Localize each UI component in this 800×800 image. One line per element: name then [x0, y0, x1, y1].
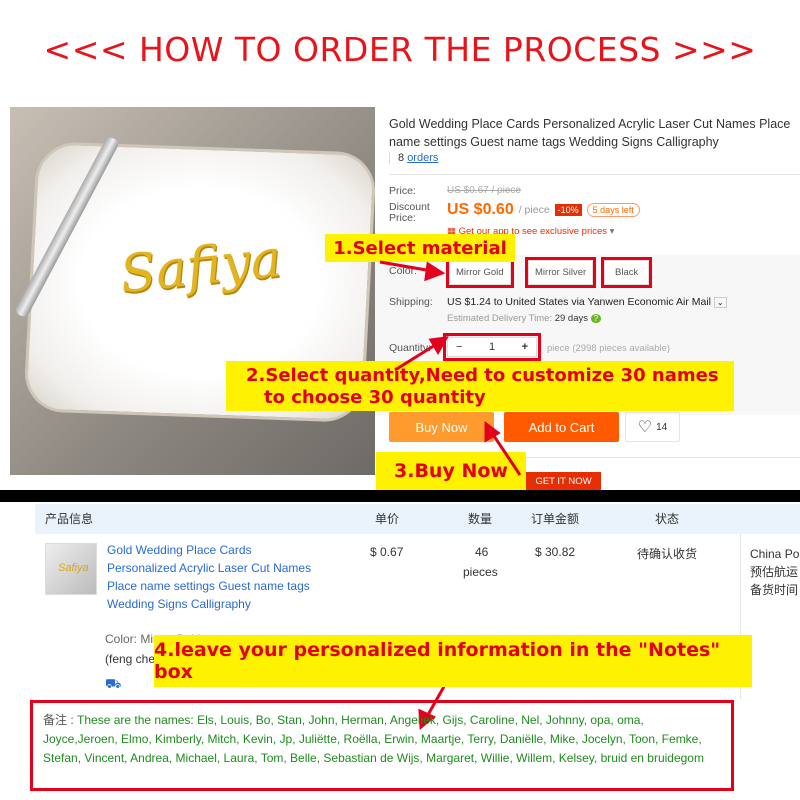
thumbnail-name-art: Safiya — [58, 562, 89, 574]
shipping-column: China Po 预估航运 备货时间 — [750, 545, 799, 599]
order-item-thumbnail[interactable]: Safiya — [45, 543, 97, 595]
arrow-head — [428, 336, 449, 355]
unit-price: $ 0.67 — [370, 545, 404, 559]
notes-text: These are the names: Els, Louis, Bo, Sta… — [43, 713, 704, 765]
shipping-line: 备货时间 — [750, 583, 799, 597]
quantity: 46 — [475, 545, 489, 559]
header-amount: 订单金额 — [531, 512, 580, 526]
section-divider — [0, 490, 800, 502]
notes-label: 备注 : — [43, 713, 74, 727]
header-quantity: 数量 — [468, 512, 493, 526]
notes-box[interactable]: 备注 : These are the names: Els, Louis, Bo… — [30, 700, 734, 791]
shipping-line: 预估航运 — [750, 565, 799, 579]
truck-icon[interactable]: ⛟ — [105, 676, 121, 694]
shipping-line: China Po — [750, 547, 800, 561]
seller-name[interactable]: (feng che — [105, 652, 155, 666]
arrow-head — [424, 261, 446, 282]
callout-step4: 4.leave your personalized information in… — [154, 635, 752, 687]
order-status: 待确认收货 — [637, 547, 698, 561]
header-status: 状态 — [655, 512, 680, 526]
quantity-unit: pieces — [463, 565, 498, 579]
order-table-header: 产品信息 单价 数量 订单金额 状态 — [35, 504, 800, 534]
order-item-title-link[interactable]: Gold Wedding Place Cards Personalized Ac… — [107, 541, 317, 613]
header-unit-price: 单价 — [375, 512, 400, 526]
header-product: 产品信息 — [45, 512, 94, 526]
order-amount: $ 30.82 — [535, 545, 576, 559]
